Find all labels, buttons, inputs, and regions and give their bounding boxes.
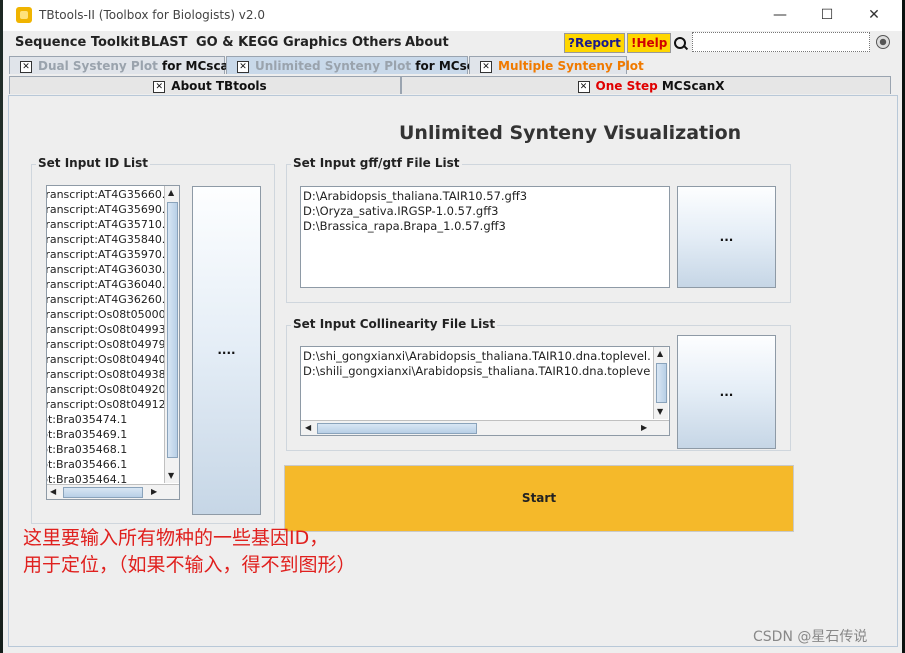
scroll-left-icon[interactable]: ◀ <box>305 423 311 432</box>
gff-list-item[interactable]: D:\Brassica_rapa.Brapa_1.0.57.gff3 <box>301 219 667 234</box>
tab-unlimited-synteny-plot[interactable]: ✕ Unlimited Synteny Plot for MCscanX <box>226 56 500 74</box>
menu-graphics[interactable]: Graphics <box>283 35 347 50</box>
start-button[interactable]: Start <box>284 465 794 532</box>
tab-close-icon[interactable]: ✕ <box>480 60 492 73</box>
collinearity-vscrollbar[interactable]: ▲ ▼ <box>653 347 668 419</box>
id-list-item[interactable]: transcript:AT4G35660.1 <box>47 187 172 202</box>
tab-close-icon[interactable]: ✕ <box>20 60 32 73</box>
id-list-item[interactable]: transcript:Os08t050000 <box>47 307 173 322</box>
scroll-up-icon[interactable]: ▲ <box>657 349 663 358</box>
id-list-item[interactable]: transcript:AT4G35970.1 <box>47 247 172 262</box>
id-list-item[interactable]: transcript:AT4G35840.2 <box>47 232 172 247</box>
search-icon[interactable] <box>674 37 686 49</box>
tab-close-icon[interactable]: ✕ <box>153 80 166 93</box>
menu-sequence-toolkit[interactable]: Sequence Toolkit <box>15 35 140 50</box>
page-title: Unlimited Synteny Visualization <box>399 122 742 144</box>
id-list-item[interactable]: pt:Bra035466.1 <box>47 457 155 472</box>
id-list-item[interactable]: transcript:Os08t049200 <box>47 382 173 397</box>
collinearity-browse-button[interactable]: ... <box>677 335 776 449</box>
id-list-item[interactable]: pt:Bra035469.1 <box>47 427 155 442</box>
scroll-up-icon[interactable]: ▲ <box>168 188 174 197</box>
annotation-line-2: 用于定位，（如果不输入，得不到图形） <box>23 554 356 576</box>
menu-go-kegg[interactable]: GO & KEGG <box>196 35 278 50</box>
menu-about[interactable]: About <box>405 35 449 50</box>
collinearity-list-item[interactable]: D:\shi_gongxianxi\Arabidopsis_thaliana.T… <box>301 349 651 364</box>
menu-bar: Sequence Toolkit BLAST GO & KEGG Graphic… <box>3 31 902 55</box>
id-list-item[interactable]: transcript:AT4G35690.1 <box>47 202 172 217</box>
annotation-text: 这里要输入所有物种的一些基因ID， 用于定位，（如果不输入，得不到图形） <box>23 525 356 579</box>
gff-file-list[interactable]: D:\Arabidopsis_thaliana.TAIR10.57.gff3 D:… <box>300 186 670 288</box>
scroll-left-icon[interactable]: ◀ <box>50 487 56 496</box>
scroll-right-icon[interactable]: ▶ <box>151 487 157 496</box>
scroll-thumb[interactable] <box>656 363 667 403</box>
id-list-item[interactable]: transcript:Os08t049120 <box>47 397 173 412</box>
id-list-item[interactable]: transcript:AT4G36260.1 <box>47 292 172 307</box>
id-list-item[interactable]: transcript:AT4G36040.1 <box>47 277 172 292</box>
watermark: CSDN @星石传说 <box>753 629 868 645</box>
maximize-button[interactable]: ☐ <box>805 4 849 26</box>
menu-blast[interactable]: BLAST <box>141 35 187 50</box>
id-list-item[interactable]: transcript:AT4G36030.1 <box>47 262 172 277</box>
id-list-title: Set Input ID List <box>36 156 150 170</box>
id-list-item[interactable]: transcript:Os08t049400 <box>47 352 173 367</box>
tab-close-icon[interactable]: ✕ <box>237 60 249 73</box>
id-list-item[interactable]: pt:Bra035474.1 <box>47 412 155 427</box>
id-list-hscrollbar[interactable]: ◀ ▶ <box>47 484 179 499</box>
id-list-item[interactable]: transcript:Os08t049930 <box>47 322 173 337</box>
tab-about-tbtools[interactable]: ✕ About TBtools <box>9 76 401 94</box>
search-input[interactable] <box>692 32 870 52</box>
collinearity-file-list[interactable]: D:\shi_gongxianxi\Arabidopsis_thaliana.T… <box>300 346 670 436</box>
gff-list-title: Set Input gff/gtf File List <box>291 156 462 170</box>
collinearity-hscrollbar[interactable]: ◀ ▶ <box>301 420 669 435</box>
collinearity-list-title: Set Input Collinearity File List <box>291 317 498 331</box>
record-icon[interactable] <box>876 35 890 49</box>
scroll-down-icon[interactable]: ▼ <box>657 407 663 416</box>
id-list-item[interactable]: transcript:Os08t049790 <box>47 337 173 352</box>
tab-one-step-mcscanx[interactable]: ✕ One Step MCScanX <box>401 76 891 94</box>
app-logo-icon <box>16 7 32 23</box>
tab-multiple-synteny-plot[interactable]: ✕ Multiple Synteny Plot <box>469 56 644 74</box>
minimize-button[interactable]: — <box>758 4 802 26</box>
scroll-thumb[interactable] <box>317 423 477 434</box>
report-button[interactable]: ?Report <box>564 33 625 53</box>
scroll-thumb[interactable] <box>63 487 143 498</box>
gff-browse-button[interactable]: ... <box>677 186 776 288</box>
annotation-line-1: 这里要输入所有物种的一些基因ID， <box>23 527 329 549</box>
app-window: TBtools-II (Toolbox for Biologists) v2.0… <box>3 0 902 653</box>
close-button[interactable]: ✕ <box>852 4 896 26</box>
scroll-thumb[interactable] <box>167 202 178 458</box>
tab-close-icon[interactable]: ✕ <box>577 80 590 93</box>
id-list-item[interactable]: pt:Bra035468.1 <box>47 442 155 457</box>
id-list-item[interactable]: transcript:AT4G35710.1 <box>47 217 172 232</box>
id-list-item[interactable]: transcript:Os08t049380 <box>47 367 173 382</box>
title-bar: TBtools-II (Toolbox for Biologists) v2.0… <box>3 0 902 31</box>
gff-list-item[interactable]: D:\Arabidopsis_thaliana.TAIR10.57.gff3 <box>301 189 667 204</box>
id-list[interactable]: transcript:AT4G35660.1 transcript:AT4G356… <box>46 185 180 500</box>
help-button[interactable]: !Help <box>627 33 672 53</box>
window-title: TBtools-II (Toolbox for Biologists) v2.0 <box>39 8 265 22</box>
collinearity-list-item[interactable]: D:\shili_gongxianxi\Arabidopsis_thaliana… <box>301 364 651 379</box>
id-list-vscrollbar[interactable]: ▲ ▼ <box>164 186 179 483</box>
id-list-browse-button[interactable]: .... <box>192 186 261 515</box>
tab-dual-synteny-plot[interactable]: ✕ Dual Systeny Plot for MCscanX <box>9 56 246 74</box>
scroll-down-icon[interactable]: ▼ <box>168 471 174 480</box>
menu-others[interactable]: Others <box>352 35 402 50</box>
scroll-right-icon[interactable]: ▶ <box>641 423 647 432</box>
gff-list-item[interactable]: D:\Oryza_sativa.IRGSP-1.0.57.gff3 <box>301 204 667 219</box>
